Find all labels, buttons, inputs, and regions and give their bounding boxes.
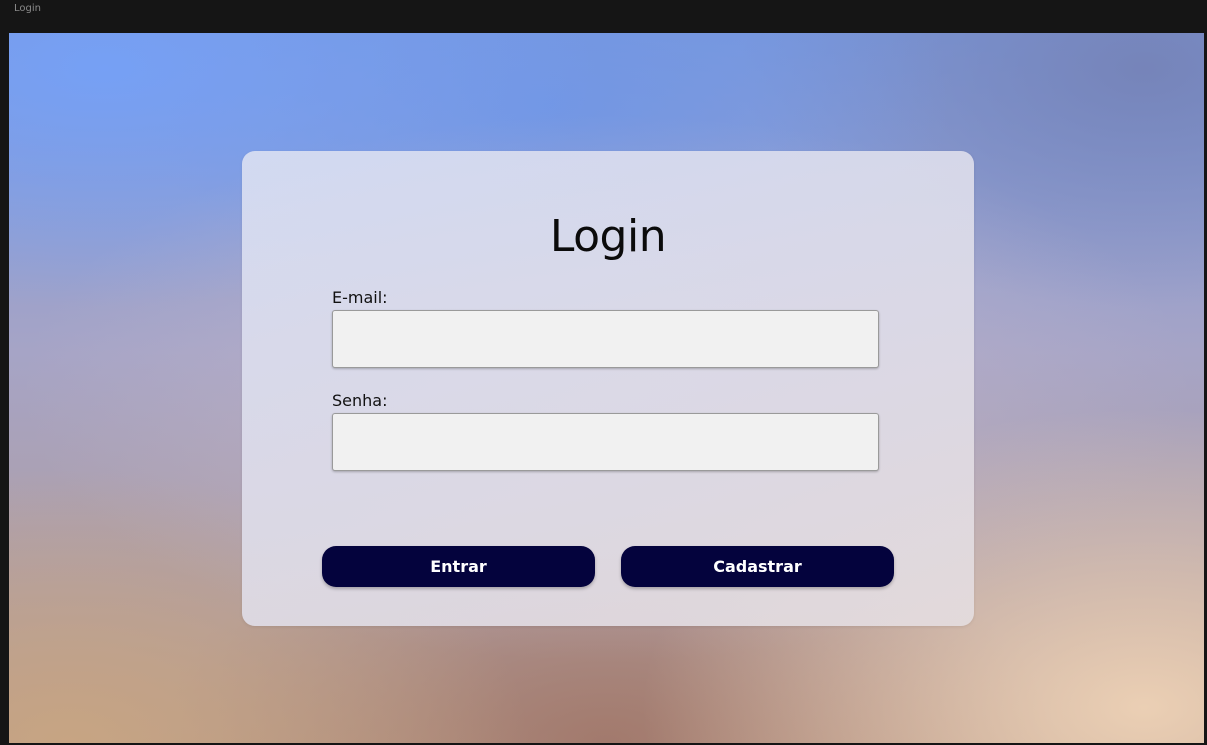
email-label: E-mail: [332,288,388,307]
window-title: Login [14,3,41,14]
title-bar[interactable]: Login [0,0,1207,33]
background-canvas: Login E-mail: Senha: Entrar Cadastrar [9,33,1204,743]
email-field[interactable] [332,310,879,368]
register-button[interactable]: Cadastrar [621,546,894,587]
password-label: Senha: [332,391,388,410]
app-window: Login Login E-mail: Senha: Entrar Cadast… [0,0,1207,745]
page-title: Login [549,211,667,262]
login-button[interactable]: Entrar [322,546,595,587]
login-card: Login E-mail: Senha: Entrar Cadastrar [242,151,974,626]
password-field[interactable] [332,413,879,471]
